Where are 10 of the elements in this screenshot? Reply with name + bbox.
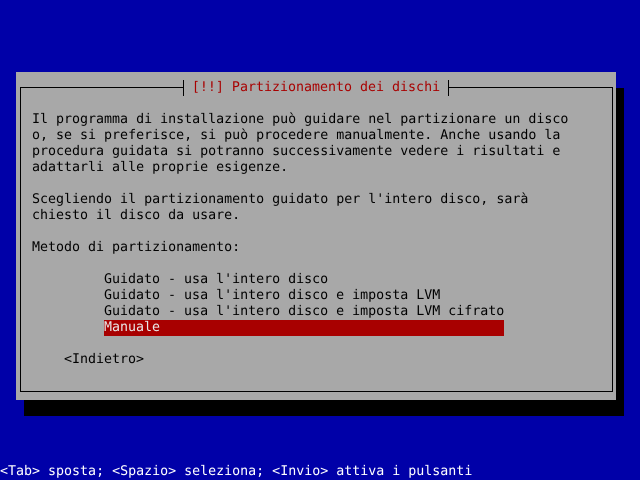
partition-method-option[interactable]: Guidato - usa l'intero disco [104, 272, 504, 288]
back-button[interactable]: <Indietro> [64, 352, 144, 368]
description-paragraph: Il programma di installazione può guidare nel partizionare un disco o, se si preferisce, si può procedere manualmente. Anche usando la procedura guidata si potranno successivamente vedere i risultati e adattarli alle proprie esigenze. [32, 112, 568, 176]
status-bar-hint: <Tab> sposta; <Spazio> seleziona; <Invio> attiva i pulsanti [0, 464, 472, 480]
partition-method-option[interactable]: Guidato - usa l'intero disco e imposta LVM cifrato [104, 304, 504, 320]
prompt-label: Metodo di partizionamento: [32, 240, 242, 256]
description-paragraph: Scegliendo il partizionamento guidato per l'intero disco, sarà chiesto il disco da usare. [32, 192, 530, 224]
partition-method-option[interactable]: Manuale [104, 320, 504, 336]
dialog-title: [!!] Partizionamento dei dischi [182, 80, 450, 96]
partition-method-option[interactable]: Guidato - usa l'intero disco e imposta LVM [104, 288, 504, 304]
